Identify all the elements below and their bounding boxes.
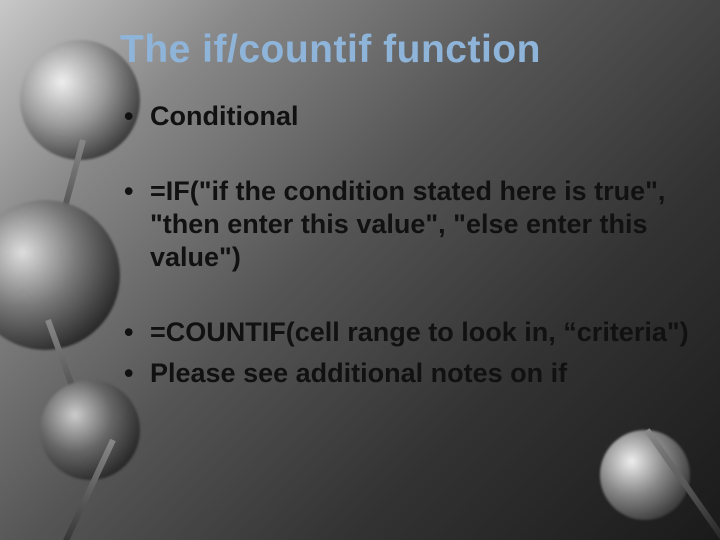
- slide-content: The if/countif function Conditional =IF(…: [120, 28, 690, 520]
- slide-title: The if/countif function: [120, 28, 690, 72]
- bullet-list: Conditional: [120, 100, 690, 133]
- bullet-item: =IF("if the condition stated here is tru…: [120, 175, 690, 274]
- bullet-item: Please see additional notes on if: [120, 357, 690, 390]
- spacer: [120, 282, 690, 316]
- bullet-item: Conditional: [120, 100, 690, 133]
- bullet-list: =COUNTIF(cell range to look in, “criteri…: [120, 316, 690, 390]
- decorative-sphere: [0, 200, 120, 350]
- bullet-item: =COUNTIF(cell range to look in, “criteri…: [120, 316, 690, 349]
- spacer: [120, 141, 690, 175]
- bullet-list: =IF("if the condition stated here is tru…: [120, 175, 690, 274]
- slide: The if/countif function Conditional =IF(…: [0, 0, 720, 540]
